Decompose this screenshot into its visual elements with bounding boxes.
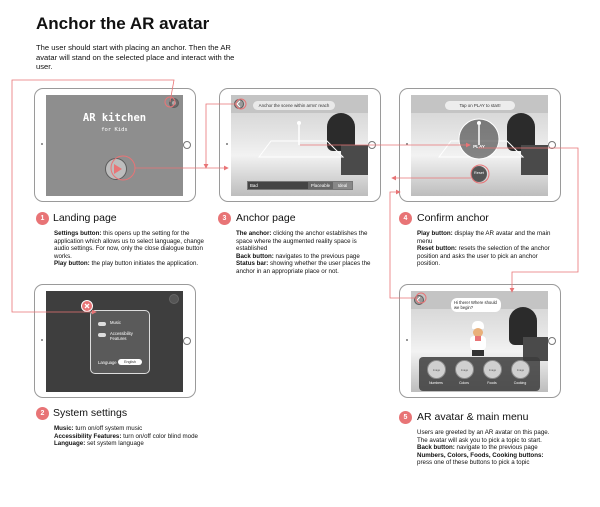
anchor-instruction: Anchor the scene within arms' reach xyxy=(253,101,335,110)
settings-screen: Music Accessibility Features Language En… xyxy=(46,291,183,392)
section-3-title: Anchor page xyxy=(236,212,296,224)
settings-button[interactable] xyxy=(169,98,179,108)
section-5-number: 5 xyxy=(399,411,412,424)
language-label: Language xyxy=(98,360,117,365)
tablet-menu: Hi there! Where should we begin? Image N… xyxy=(399,284,561,398)
section-1-title: Landing page xyxy=(53,212,117,224)
anchor-screen: Anchor the scene within arms' reach Bad … xyxy=(231,95,368,196)
foods-label: Foods xyxy=(487,381,497,385)
play-button[interactable] xyxy=(105,158,127,180)
section-1-number: 1 xyxy=(36,212,49,225)
section-4-title: Confirm anchor xyxy=(417,212,489,224)
confirm-instruction: Tap on PLAY to start! xyxy=(445,101,515,110)
back-arrow-icon xyxy=(416,296,421,304)
play-label[interactable]: PLAY xyxy=(471,144,487,149)
section-2-desc: Music: turn on/off system music Accessib… xyxy=(54,425,198,447)
reset-button[interactable]: Reset xyxy=(471,166,487,182)
app-title: AR kitchen xyxy=(82,112,147,124)
play-icon xyxy=(114,164,122,174)
tablet-confirm: Tap on PLAY to start! PLAY Reset xyxy=(399,88,561,202)
status-bad: Bad xyxy=(248,182,308,189)
cooking-label: Cooking xyxy=(513,381,527,385)
numbers-label: Numbers xyxy=(429,381,443,385)
section-2-title: System settings xyxy=(53,407,128,419)
language-select[interactable]: English xyxy=(118,359,142,365)
landing-screen: AR kitchen for Kids xyxy=(46,95,183,196)
numbers-button[interactable]: Image xyxy=(427,360,446,379)
status-bar: Bad Placeable Ideal xyxy=(247,181,353,190)
section-3-desc: The anchor: clicking the anchor establis… xyxy=(236,230,371,275)
menu-bar: Image Numbers Image Colors Image Foods I… xyxy=(419,357,540,391)
section-4-desc: Play button: display the AR avatar and t… xyxy=(417,230,551,267)
colors-label: Colors xyxy=(459,381,469,385)
section-5-desc: Users are greeted by an AR avatar on thi… xyxy=(417,429,550,466)
app-subtitle: for Kids xyxy=(101,127,128,133)
status-ideal: Ideal xyxy=(333,182,352,189)
confirm-screen: Tap on PLAY to start! PLAY Reset xyxy=(411,95,548,196)
section-1-desc: Settings button: this opens up the setti… xyxy=(54,230,204,267)
foods-button[interactable]: Image xyxy=(483,360,502,379)
settings-button-dim[interactable] xyxy=(169,294,179,304)
cooking-button[interactable]: Image xyxy=(511,360,530,379)
avatar-speech: Hi there! Where should we begin? xyxy=(451,298,501,312)
gear-icon xyxy=(172,101,176,105)
status-placeable: Placeable xyxy=(308,182,333,189)
avatar-chef xyxy=(467,321,489,357)
page-title: Anchor the AR avatar xyxy=(36,14,210,33)
accessibility-toggle[interactable] xyxy=(98,333,106,337)
close-dialog-button[interactable] xyxy=(81,300,93,312)
colors-button[interactable]: Image xyxy=(455,360,474,379)
back-arrow-icon xyxy=(236,100,241,108)
close-icon xyxy=(84,303,90,309)
accessibility-label: Accessibility Features xyxy=(110,331,133,341)
section-3-number: 3 xyxy=(218,212,231,225)
music-toggle[interactable] xyxy=(98,322,106,326)
menu-screen: Hi there! Where should we begin? Image N… xyxy=(411,291,548,392)
back-button[interactable] xyxy=(414,295,424,305)
reset-label: Reset xyxy=(474,171,484,175)
music-label: Music xyxy=(110,320,121,325)
section-4-number: 4 xyxy=(399,212,412,225)
back-button[interactable] xyxy=(234,99,244,109)
tablet-anchor: Anchor the scene within arms' reach Bad … xyxy=(219,88,381,202)
intro-text: The user should start with placing an an… xyxy=(36,43,235,72)
section-5-title: AR avatar & main menu xyxy=(417,411,529,423)
tablet-settings: Music Accessibility Features Language En… xyxy=(34,284,196,398)
settings-dialog: Music Accessibility Features Language En… xyxy=(90,310,150,374)
section-2-number: 2 xyxy=(36,407,49,420)
tablet-landing: AR kitchen for Kids xyxy=(34,88,196,202)
